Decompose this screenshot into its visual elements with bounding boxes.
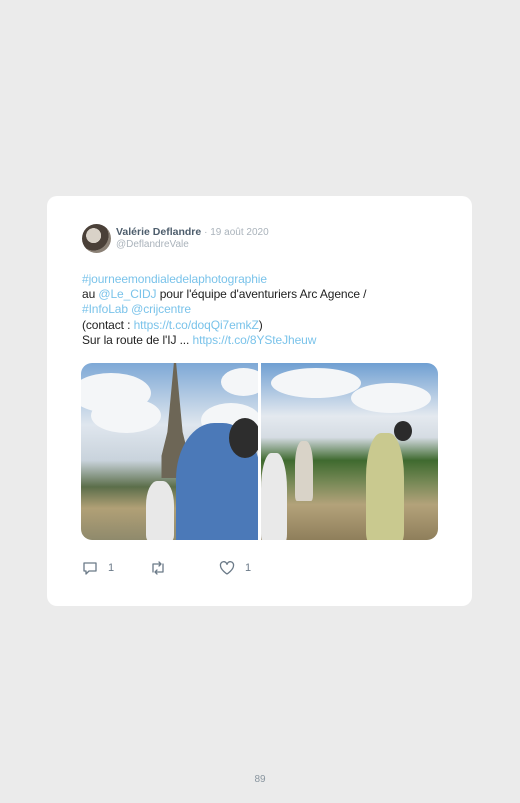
- text-segment: pour l'équipe d'aventuriers Arc Agence /: [156, 287, 367, 302]
- author-name[interactable]: Valérie Deflandre: [116, 226, 201, 238]
- photo-eiffel-tower[interactable]: [81, 363, 258, 540]
- like-count: 1: [245, 562, 252, 574]
- tweet-header: Valérie Deflandre · 19 août 2020: [116, 226, 269, 239]
- photo-field-crew[interactable]: [261, 363, 438, 540]
- mention-link[interactable]: @Le_CIDJ: [98, 287, 156, 301]
- reply-button[interactable]: 1: [82, 561, 114, 575]
- text-segment: au: [82, 287, 99, 302]
- tweet-card: Valérie Deflandre · 19 août 2020 @Deflan…: [47, 196, 472, 606]
- reply-count: 1: [108, 562, 115, 574]
- retweet-button[interactable]: [149, 561, 167, 575]
- page-number: 89: [254, 774, 266, 785]
- avatar[interactable]: [82, 224, 111, 253]
- like-button[interactable]: 1: [219, 561, 251, 575]
- route-url-link[interactable]: https://t.co/8YSteJheuw: [193, 333, 317, 347]
- hashtag-link[interactable]: #InfoLab: [82, 302, 128, 316]
- mention-link[interactable]: @crijcentre: [131, 302, 191, 316]
- author-handle[interactable]: @DeflandreVale: [116, 239, 189, 250]
- retweet-icon: [149, 561, 167, 575]
- text-segment: (contact :: [82, 317, 134, 332]
- text-segment: ): [258, 317, 263, 332]
- tweet-actions: 1 1: [82, 561, 442, 577]
- tweet-media: [81, 363, 438, 540]
- tweet-date[interactable]: · 19 août 2020: [204, 227, 269, 238]
- contact-url-link[interactable]: https://t.co/doqQi7emkZ: [134, 318, 259, 332]
- heart-icon: [219, 561, 235, 575]
- tweet-text: #journeemondialedelaphotographie au @Le_…: [82, 272, 442, 348]
- reply-icon: [82, 561, 98, 575]
- text-segment: Sur la route de l'IJ ...: [82, 332, 193, 347]
- hashtag-link[interactable]: #journeemondialedelaphotographie: [82, 272, 267, 286]
